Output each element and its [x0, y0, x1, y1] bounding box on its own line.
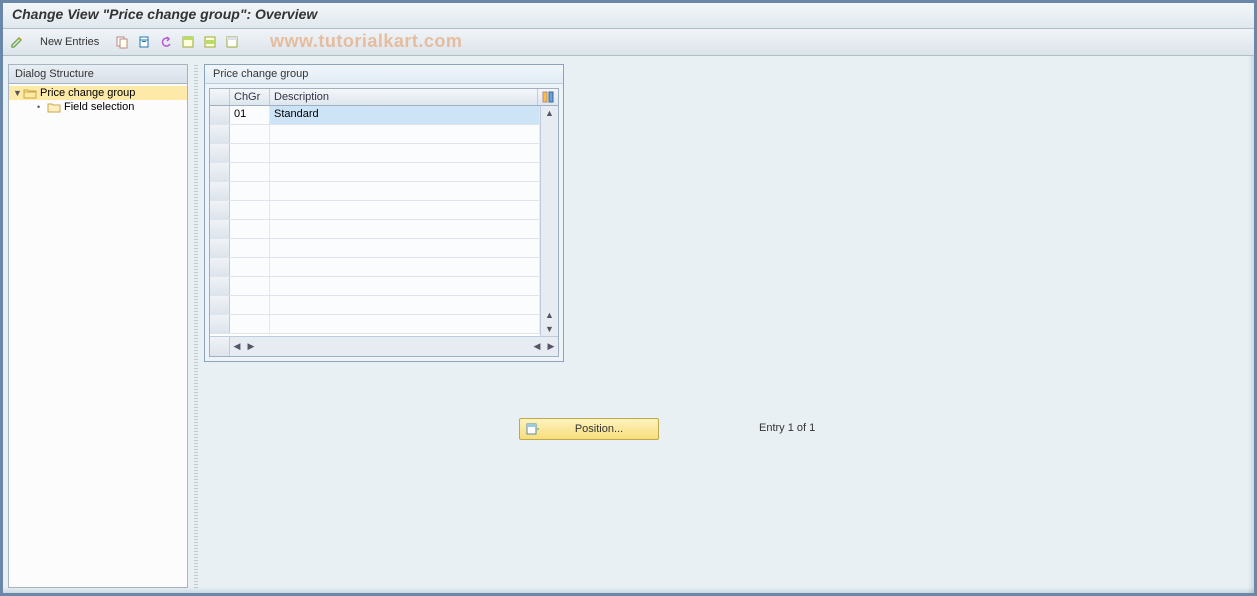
cell-chgr[interactable]	[230, 258, 270, 276]
tree-expand-icon[interactable]: ▼	[13, 88, 23, 98]
tree-bullet-icon: •	[37, 102, 47, 112]
toolbar: New Entries www.tutorialkart.com	[0, 29, 1257, 56]
cell-chgr[interactable]	[230, 144, 270, 162]
cell-description[interactable]	[270, 239, 540, 257]
toggle-display-change-icon[interactable]	[8, 33, 26, 51]
dialog-structure-sidebar: Dialog Structure ▼ Price change group • …	[8, 64, 188, 588]
watermark-text: www.tutorialkart.com	[270, 31, 462, 52]
cell-chgr[interactable]: 01	[230, 106, 270, 124]
tree-item-field-selection[interactable]: • Field selection	[9, 100, 187, 114]
row-selector[interactable]	[210, 182, 230, 200]
row-selector[interactable]	[210, 296, 230, 314]
table-row[interactable]	[210, 220, 540, 239]
cell-description[interactable]	[270, 144, 540, 162]
undo-change-icon[interactable]	[157, 33, 175, 51]
table-row[interactable]	[210, 277, 540, 296]
splitter-handle[interactable]	[194, 64, 198, 588]
main-area: Price change group ChGr Description 01St…	[204, 64, 1249, 588]
cell-description[interactable]	[270, 125, 540, 143]
cell-description[interactable]	[270, 201, 540, 219]
horizontal-scrollbar[interactable]: ◀ ▶ ◀ ▶	[210, 336, 558, 356]
sidebar-header: Dialog Structure	[9, 65, 187, 84]
row-selector[interactable]	[210, 315, 230, 333]
cell-description[interactable]	[270, 277, 540, 295]
scroll-down-icon[interactable]: ▼	[542, 322, 558, 336]
page-title-text: Change View "Price change group": Overvi…	[12, 6, 317, 22]
cell-chgr[interactable]	[230, 315, 270, 333]
tree-item-label: Price change group	[40, 87, 135, 99]
deselect-all-icon[interactable]	[223, 33, 241, 51]
cell-chgr[interactable]	[230, 296, 270, 314]
row-selector[interactable]	[210, 258, 230, 276]
content-area: Dialog Structure ▼ Price change group • …	[0, 56, 1257, 596]
delete-icon[interactable]	[135, 33, 153, 51]
row-selector[interactable]	[210, 220, 230, 238]
grid-configure-icon[interactable]	[538, 89, 558, 105]
cell-chgr[interactable]	[230, 277, 270, 295]
row-selector[interactable]	[210, 144, 230, 162]
cell-description[interactable]	[270, 163, 540, 181]
tree-item-label: Field selection	[64, 101, 134, 113]
scroll-right-step-icon[interactable]: ◀	[530, 339, 544, 355]
entry-status-label: Entry 1 of 1	[759, 422, 815, 434]
scroll-up-step-icon[interactable]: ▲	[542, 308, 558, 322]
cell-description[interactable]	[270, 220, 540, 238]
cell-chgr[interactable]	[230, 125, 270, 143]
table-row[interactable]	[210, 258, 540, 277]
cell-chgr[interactable]	[230, 239, 270, 257]
row-selector[interactable]	[210, 163, 230, 181]
folder-open-icon	[23, 87, 37, 99]
new-entries-button[interactable]: New Entries	[34, 34, 105, 50]
row-selector[interactable]	[210, 106, 230, 124]
cell-description[interactable]	[270, 182, 540, 200]
cell-description[interactable]	[270, 315, 540, 333]
table-row[interactable]: 01Standard	[210, 106, 540, 125]
row-selector[interactable]	[210, 277, 230, 295]
tree-item-price-change-group[interactable]: ▼ Price change group	[9, 86, 187, 100]
row-selector[interactable]	[210, 239, 230, 257]
select-block-icon[interactable]	[201, 33, 219, 51]
grid-header: ChGr Description	[210, 89, 558, 106]
cell-chgr[interactable]	[230, 182, 270, 200]
row-selector[interactable]	[210, 201, 230, 219]
position-icon	[526, 422, 540, 436]
cell-description[interactable]	[270, 258, 540, 276]
copy-as-icon[interactable]	[113, 33, 131, 51]
vertical-scrollbar[interactable]: ▲ ▲ ▼	[540, 106, 558, 336]
folder-closed-icon	[47, 101, 61, 113]
dialog-structure-tree: ▼ Price change group • Field selection	[9, 84, 187, 587]
cell-description[interactable]	[270, 296, 540, 314]
scroll-up-icon[interactable]: ▲	[542, 106, 558, 120]
data-grid: ChGr Description 01Standard ▲ ▲ ▼	[209, 88, 559, 357]
row-selector[interactable]	[210, 125, 230, 143]
table-row[interactable]	[210, 239, 540, 258]
table-row[interactable]	[210, 296, 540, 315]
table-row[interactable]	[210, 163, 540, 182]
scroll-right-icon[interactable]: ▶	[544, 339, 558, 355]
table-row[interactable]	[210, 201, 540, 220]
grid-body: 01Standard ▲ ▲ ▼	[210, 106, 558, 336]
cell-description[interactable]: Standard	[270, 106, 540, 124]
scroll-left-step-icon[interactable]: ▶	[244, 339, 258, 355]
table-row[interactable]	[210, 315, 540, 334]
cell-chgr[interactable]	[230, 163, 270, 181]
cell-chgr[interactable]	[230, 201, 270, 219]
column-header-description[interactable]: Description	[270, 89, 538, 105]
select-all-icon[interactable]	[179, 33, 197, 51]
column-header-chgr[interactable]: ChGr	[230, 89, 270, 105]
table-row[interactable]	[210, 125, 540, 144]
cell-chgr[interactable]	[230, 220, 270, 238]
panel-title: Price change group	[205, 65, 563, 84]
scroll-left-icon[interactable]: ◀	[230, 339, 244, 355]
table-row[interactable]	[210, 182, 540, 201]
position-button-label: Position...	[546, 423, 652, 435]
grid-select-all-corner[interactable]	[210, 89, 230, 105]
price-change-group-panel: Price change group ChGr Description 01St…	[204, 64, 564, 362]
page-title: Change View "Price change group": Overvi…	[0, 0, 1257, 29]
table-row[interactable]	[210, 144, 540, 163]
position-button[interactable]: Position...	[519, 418, 659, 440]
